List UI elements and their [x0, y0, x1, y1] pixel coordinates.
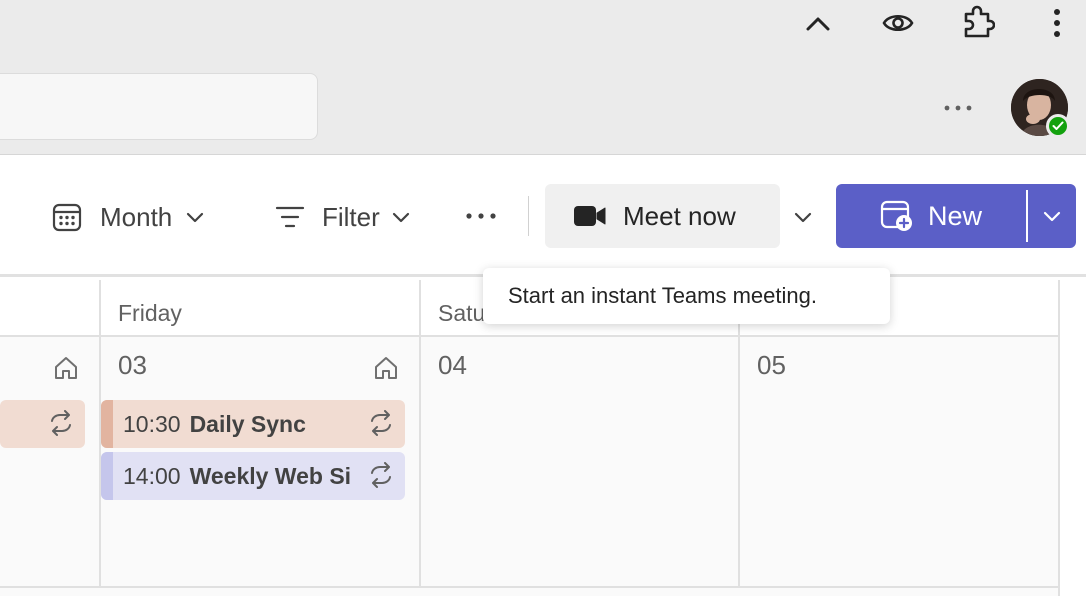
weekday-header [0, 280, 101, 337]
extension-icon[interactable] [960, 4, 996, 40]
meet-now-button[interactable]: Meet now [545, 184, 780, 248]
filter-icon [275, 205, 305, 229]
more-horizontal-icon[interactable] [940, 98, 976, 118]
view-switcher-button[interactable]: Month [52, 197, 204, 237]
calendar-event[interactable] [0, 400, 85, 448]
toolbar-divider [528, 196, 529, 236]
tooltip-text: Start an instant Teams meeting. [508, 283, 817, 308]
chevron-up-icon[interactable] [803, 8, 833, 38]
chevron-down-icon [392, 211, 410, 223]
presence-available-icon [1046, 114, 1070, 138]
chevron-down-icon [186, 211, 204, 223]
meet-now-options-button[interactable] [786, 200, 820, 234]
more-horizontal-icon [466, 213, 496, 219]
more-vertical-icon[interactable] [1046, 6, 1068, 40]
recurring-icon [47, 410, 75, 442]
event-color-bar [101, 400, 113, 448]
video-camera-icon [573, 204, 607, 228]
day-cell-sunday[interactable]: 05 [740, 337, 1060, 588]
new-event-button[interactable]: New [836, 184, 1026, 248]
new-event-label: New [928, 200, 983, 231]
weekday-header-friday: Friday [101, 280, 421, 337]
event-time: 10:30 [123, 410, 181, 437]
day-cell[interactable] [0, 337, 101, 588]
filter-button[interactable]: Filter [275, 197, 410, 237]
browser-toolbar [0, 0, 1086, 155]
new-event-options-button[interactable] [1028, 184, 1076, 248]
more-options-button[interactable] [466, 206, 496, 226]
eye-icon[interactable] [880, 8, 916, 38]
day-cell-friday[interactable]: 03 10:30 Daily Sync 14:00 Weekly Web Si [101, 337, 421, 588]
meet-now-label: Meet now [623, 200, 736, 231]
chevron-down-icon [1043, 210, 1061, 222]
home-icon [373, 355, 399, 386]
day-number: 03 [118, 350, 147, 380]
next-week-row [0, 588, 1060, 596]
chevron-down-icon [794, 211, 812, 223]
home-icon [53, 355, 79, 386]
event-time: 14:00 [123, 462, 181, 489]
day-number: 05 [757, 350, 786, 380]
filter-label: Filter [322, 201, 380, 232]
recurring-icon [367, 462, 395, 494]
search-input[interactable] [0, 73, 318, 140]
calendar-add-icon [880, 199, 914, 233]
event-title: Daily Sync [189, 410, 306, 437]
calendar-event-daily-sync[interactable]: 10:30 Daily Sync [101, 400, 405, 448]
new-event-split-button: New [836, 184, 1076, 248]
day-cell-saturday[interactable]: 04 [421, 337, 740, 588]
calendar-month-icon [52, 202, 82, 232]
view-switcher-label: Month [100, 201, 173, 232]
event-title: Weekly Web Si [189, 462, 352, 489]
recurring-icon [367, 410, 395, 442]
calendar-event-weekly-web[interactable]: 14:00 Weekly Web Si [101, 452, 405, 500]
meet-now-tooltip: Start an instant Teams meeting. [483, 268, 890, 324]
event-color-bar [101, 452, 113, 500]
day-number: 04 [438, 350, 467, 380]
